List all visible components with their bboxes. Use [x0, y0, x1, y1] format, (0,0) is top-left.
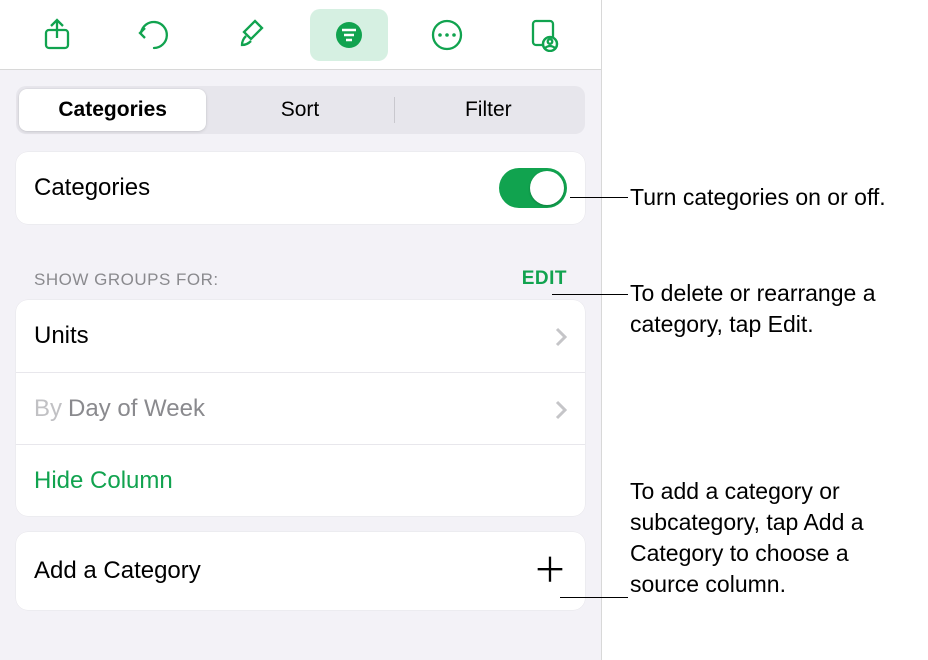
leader-line [560, 597, 628, 598]
add-category-card: Add a Category ＋ [16, 532, 585, 610]
callout-add: To add a category or subcategory, tap Ad… [630, 476, 918, 600]
undo-icon [137, 18, 171, 52]
share-button[interactable] [18, 9, 96, 61]
groups-header-label: SHOW GROUPS FOR: [34, 270, 219, 290]
group-row-by-day[interactable]: By Day of Week [16, 372, 585, 444]
edit-button[interactable]: EDIT [522, 268, 567, 290]
more-button[interactable] [408, 9, 486, 61]
categories-label: Categories [34, 174, 150, 202]
group-row-units[interactable]: Units [16, 300, 585, 372]
collaborate-icon [528, 18, 560, 52]
more-icon [430, 18, 464, 52]
tab-sort[interactable]: Sort [206, 89, 393, 131]
categories-toggle[interactable] [499, 168, 567, 208]
group-row-label: Units [34, 322, 89, 350]
segmented-control: Categories Sort Filter [16, 86, 585, 134]
undo-button[interactable] [115, 9, 193, 61]
leader-line [552, 294, 628, 295]
callout-edit: To delete or rearrange a category, tap E… [630, 278, 918, 340]
add-category-button[interactable]: Add a Category ＋ [16, 532, 585, 610]
toolbar [0, 0, 601, 70]
tab-filter[interactable]: Filter [395, 89, 582, 131]
collaborate-button[interactable] [505, 9, 583, 61]
add-category-label: Add a Category [34, 557, 201, 585]
inspector-body: Categories Sort Filter Categories [0, 70, 601, 660]
groups-card: Units By Day of Week Hide Column [16, 300, 585, 516]
leader-line [570, 197, 628, 198]
hide-column-button[interactable]: Hide Column [16, 444, 585, 516]
categories-toggle-card: Categories [16, 152, 585, 224]
callout-toggle: Turn categories on or off. [630, 182, 918, 213]
chevron-right-icon [555, 399, 567, 419]
organize-button[interactable] [310, 9, 388, 61]
tab-categories[interactable]: Categories [19, 89, 206, 131]
chevron-right-icon [555, 326, 567, 346]
paintbrush-icon [237, 18, 267, 52]
tab-label: Categories [58, 98, 167, 122]
groups-section-header: SHOW GROUPS FOR: EDIT [16, 240, 585, 300]
categories-toggle-row: Categories [16, 152, 585, 224]
hide-column-label: Hide Column [34, 467, 173, 495]
organize-inspector: Categories Sort Filter Categories [0, 0, 602, 660]
organize-icon [332, 20, 366, 50]
tab-label: Sort [281, 98, 320, 122]
by-value: Day of Week [68, 395, 205, 423]
format-button[interactable] [213, 9, 291, 61]
by-prefix: By [34, 395, 62, 423]
share-icon [42, 18, 72, 52]
tab-label: Filter [465, 98, 512, 122]
plus-icon: ＋ [533, 554, 567, 588]
